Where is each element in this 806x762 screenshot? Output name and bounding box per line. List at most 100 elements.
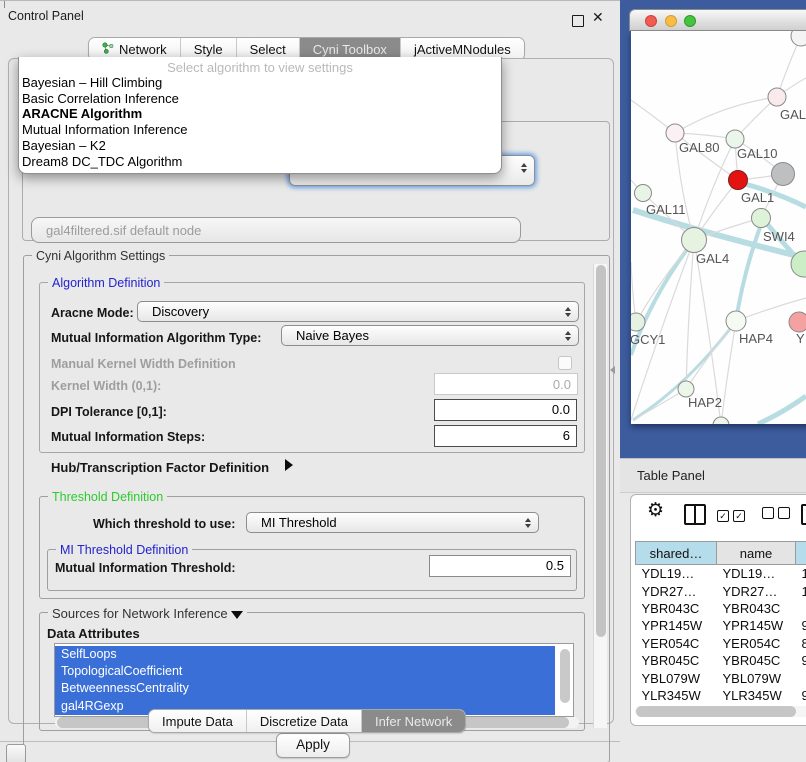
tab-discretize-data[interactable]: Discretize Data bbox=[247, 710, 362, 732]
table-cell[interactable]: YER054C bbox=[636, 635, 717, 652]
table-row[interactable]: YDL19…YDL19…13 bbox=[636, 565, 806, 583]
table-cell[interactable]: YDR27… bbox=[636, 582, 717, 599]
table-cell[interactable]: 9. bbox=[796, 652, 806, 669]
network-edge-selected[interactable] bbox=[736, 214, 765, 321]
table-cell[interactable]: YPR145W bbox=[717, 617, 796, 634]
table-cell[interactable]: YBR043C bbox=[636, 600, 717, 617]
deselect-all-icon[interactable] bbox=[762, 507, 794, 522]
select-all-icon[interactable]: ✓✓ bbox=[717, 507, 749, 522]
table-source-combobox[interactable]: gal4filtered.sif default node bbox=[31, 217, 521, 243]
apply-button[interactable]: Apply bbox=[276, 733, 350, 758]
tab-label: Network bbox=[119, 42, 167, 57]
table-cell[interactable]: 9. bbox=[796, 687, 806, 704]
table-row[interactable]: YBR045CYBR045C9. bbox=[636, 652, 806, 669]
table-cell[interactable]: 13 bbox=[796, 565, 806, 583]
settings-scrollbar[interactable] bbox=[593, 264, 607, 728]
algorithm-option[interactable]: Bayesian – Hill Climbing bbox=[19, 75, 501, 91]
which-threshold-combobox[interactable]: MI Threshold bbox=[246, 512, 539, 533]
table-cell[interactable]: YLR345W bbox=[636, 687, 717, 704]
attribute-item[interactable]: SelfLoops bbox=[55, 646, 573, 663]
algorithm-option[interactable]: Mutual Information Inference bbox=[19, 122, 501, 138]
table-cell[interactable]: YDL19… bbox=[717, 565, 796, 583]
network-edge[interactable] bbox=[633, 389, 686, 420]
splitpane-collapse-icon[interactable] bbox=[610, 366, 615, 374]
hub-definition-label[interactable]: Hub/Transcription Factor Definition bbox=[51, 460, 269, 475]
column-header[interactable]: shared… bbox=[636, 542, 717, 565]
settings-scrollbar-thumb[interactable] bbox=[596, 265, 606, 637]
network-node-gal11[interactable] bbox=[635, 185, 652, 202]
table-row[interactable]: YBR043CYBR043C bbox=[636, 600, 806, 617]
table-cell[interactable]: YBR045C bbox=[717, 652, 796, 669]
manual-kernel-checkbox[interactable] bbox=[558, 356, 572, 370]
table-cell[interactable]: 12 bbox=[796, 582, 806, 599]
table-cell[interactable]: YBR043C bbox=[717, 600, 796, 617]
table-row[interactable]: YLR345WYLR345W9. bbox=[636, 687, 806, 704]
network-node[interactable] bbox=[772, 163, 795, 186]
aracne-mode-combobox[interactable]: Discovery bbox=[137, 301, 579, 322]
table-row[interactable]: YBL079WYBL079W bbox=[636, 669, 806, 686]
table-cell[interactable] bbox=[796, 600, 806, 617]
table-row[interactable]: YER054CYER054C8. bbox=[636, 635, 806, 652]
network-node-y[interactable] bbox=[789, 312, 806, 332]
network-window-titlebar[interactable] bbox=[629, 9, 806, 31]
attribute-item[interactable]: BetweennessCentrality bbox=[55, 680, 573, 697]
network-node-hap4[interactable] bbox=[726, 311, 746, 331]
float-window-icon[interactable] bbox=[572, 15, 584, 27]
table-hscrollbar-thumb[interactable] bbox=[636, 706, 796, 717]
network-node-gal4[interactable] bbox=[682, 228, 707, 253]
table-hscrollbar[interactable] bbox=[635, 706, 806, 717]
network-node[interactable] bbox=[791, 31, 806, 46]
dpi-tolerance-field[interactable]: 0.0 bbox=[434, 399, 577, 421]
table-cell[interactable]: YDL19… bbox=[636, 565, 717, 583]
table-cell[interactable]: YBL079W bbox=[717, 669, 796, 686]
mi-threshold-field[interactable]: 0.5 bbox=[429, 555, 571, 577]
algorithm-option[interactable]: ARACNE Algorithm bbox=[19, 106, 501, 122]
table-row[interactable]: YDR27…YDR27…12 bbox=[636, 582, 806, 599]
mi-steps-field[interactable]: 6 bbox=[434, 425, 577, 447]
tab-infer-network[interactable]: Infer Network bbox=[362, 710, 465, 732]
table-cell[interactable]: 9. bbox=[796, 617, 806, 634]
panel-corner-button[interactable] bbox=[6, 744, 26, 762]
table-icon[interactable] bbox=[801, 504, 806, 525]
algorithm-option[interactable]: Bayesian – K2 bbox=[19, 138, 501, 154]
mi-type-combobox[interactable]: Naive Bayes bbox=[281, 325, 579, 346]
data-attributes-list[interactable]: SelfLoopsTopologicalCoefficientBetweenne… bbox=[54, 643, 574, 717]
tab-impute-data[interactable]: Impute Data bbox=[149, 710, 247, 732]
network-node-gcy1[interactable] bbox=[631, 313, 645, 331]
network-node-gal[interactable] bbox=[768, 88, 786, 106]
column-header[interactable]: name bbox=[717, 542, 796, 565]
network-edge[interactable] bbox=[686, 321, 736, 389]
network-edge[interactable] bbox=[686, 240, 694, 389]
table-cell[interactable]: YBL079W bbox=[636, 669, 717, 686]
network-edge-selected[interactable] bbox=[758, 396, 806, 424]
table-cell[interactable]: YER054C bbox=[717, 635, 796, 652]
network-node-swi4[interactable] bbox=[752, 209, 771, 228]
attributes-scrollbar[interactable] bbox=[560, 647, 571, 711]
network-canvas[interactable]: GALGAL80GAL10GAL1GAL11SWI4GAL4GCY1HAP4YH… bbox=[631, 31, 806, 424]
collapse-arrow-icon[interactable] bbox=[231, 611, 243, 619]
table-cell[interactable]: YLR345W bbox=[717, 687, 796, 704]
table-cell[interactable]: YPR145W bbox=[636, 617, 717, 634]
gear-icon[interactable]: ⚙ bbox=[647, 500, 664, 520]
network-node-gal1[interactable] bbox=[729, 171, 748, 190]
table-cell[interactable]: YDR27… bbox=[717, 582, 796, 599]
algorithm-option[interactable]: Basic Correlation Inference bbox=[19, 91, 501, 107]
close-traffic-light-icon[interactable] bbox=[645, 15, 657, 27]
table-cell[interactable]: 8. bbox=[796, 635, 806, 652]
attribute-item[interactable]: TopologicalCoefficient bbox=[55, 663, 573, 680]
close-icon[interactable]: ✕ bbox=[592, 9, 604, 26]
kernel-width-field[interactable]: 0.0 bbox=[434, 373, 578, 395]
table-row[interactable]: YPR145WYPR145W9. bbox=[636, 617, 806, 634]
split-columns-icon[interactable] bbox=[684, 504, 706, 525]
algorithm-option[interactable]: Dream8 DC_TDC Algorithm bbox=[19, 154, 501, 170]
network-node[interactable] bbox=[713, 417, 729, 424]
minimize-traffic-light-icon[interactable] bbox=[665, 15, 677, 27]
network-edge[interactable] bbox=[675, 97, 777, 133]
attributes-scrollbar-thumb[interactable] bbox=[560, 649, 570, 703]
table-cell[interactable] bbox=[796, 669, 806, 686]
table-cell[interactable]: YBR045C bbox=[636, 652, 717, 669]
application-window: Control Panel ✕ NetworkStyleSelectCyni T… bbox=[0, 0, 806, 762]
column-header[interactable] bbox=[796, 542, 806, 565]
zoom-traffic-light-icon[interactable] bbox=[684, 15, 696, 27]
expand-arrow-icon[interactable] bbox=[285, 459, 293, 471]
